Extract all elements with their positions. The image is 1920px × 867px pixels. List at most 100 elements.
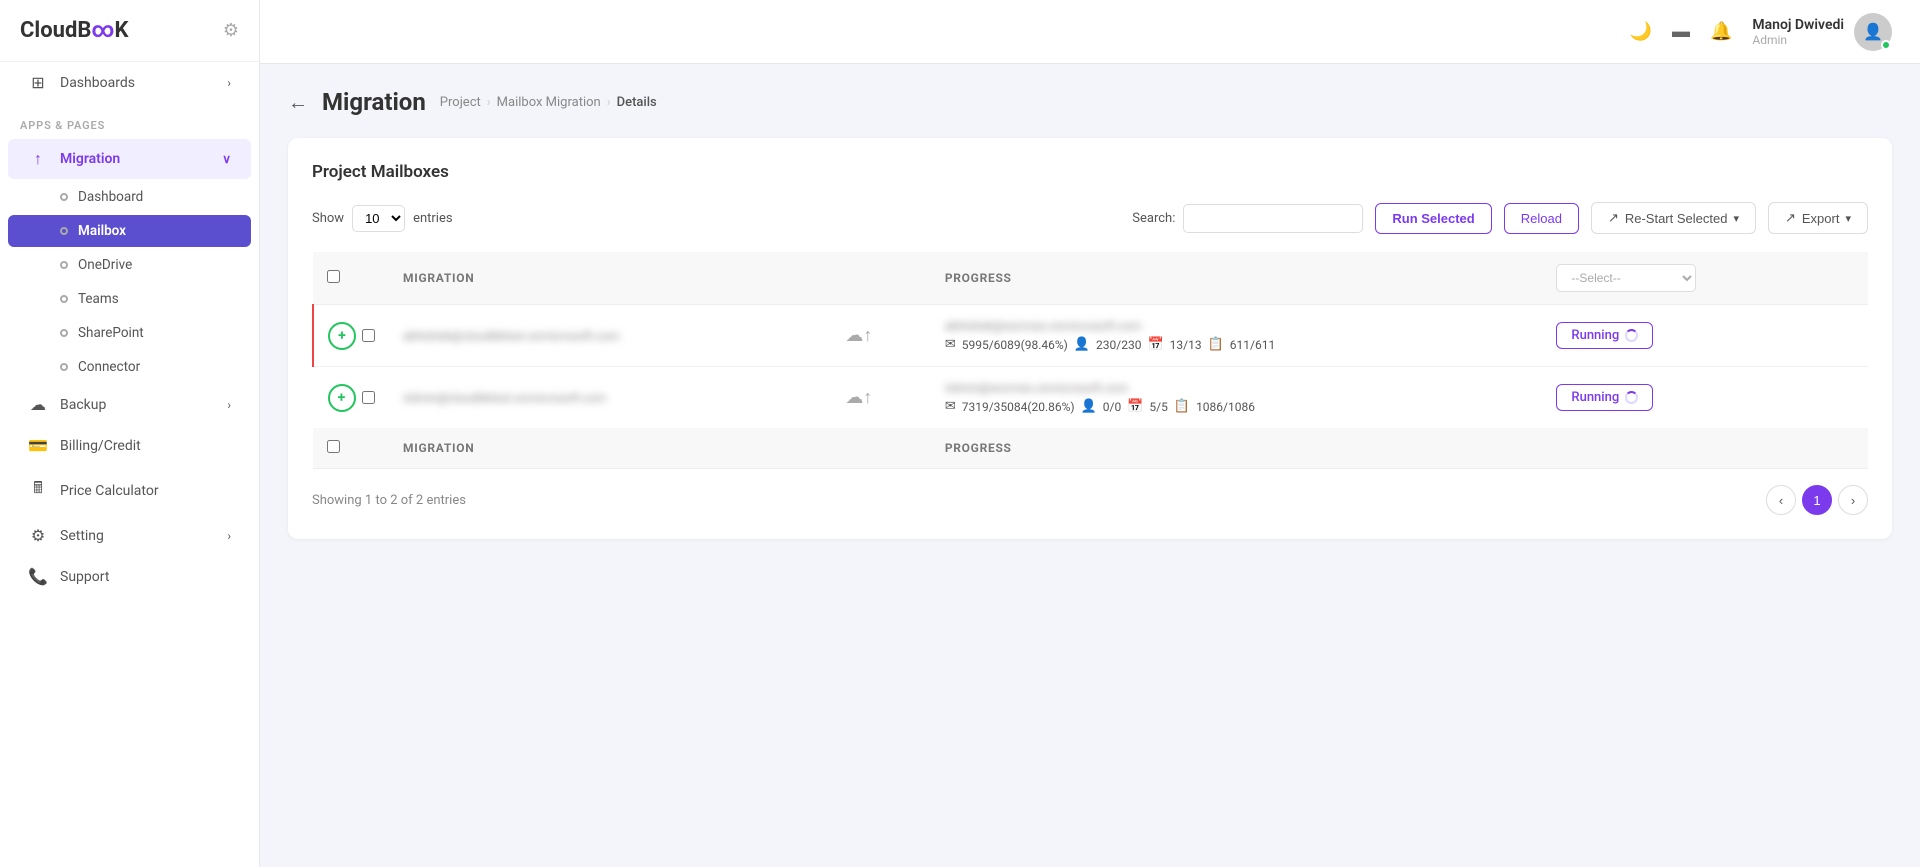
- sidebar-item-support[interactable]: 📞 Support: [8, 557, 251, 596]
- td-status-2: Running: [1542, 367, 1868, 429]
- spinner-icon-2: [1625, 391, 1638, 404]
- row-checkbox-2[interactable]: [362, 391, 375, 404]
- entries-label: entries: [413, 211, 453, 226]
- progress-calendar-value-2: 5/5: [1149, 400, 1167, 414]
- layout-icon[interactable]: ▬: [1672, 21, 1690, 42]
- search-group: Search:: [1132, 204, 1363, 233]
- th-migration-footer: MIGRATION: [389, 428, 831, 469]
- chevron-right-icon: ›: [227, 398, 231, 412]
- th-select-all-footer: [313, 428, 389, 469]
- sidebar-sub-label: Mailbox: [78, 223, 126, 239]
- export-icon: ↗: [1608, 210, 1619, 226]
- billing-icon: 💳: [28, 436, 48, 455]
- from-email-text-2: Admin@cloudbktest.onmicrosoft.com: [403, 391, 817, 405]
- sidebar-sub-item-dashboard[interactable]: Dashboard: [8, 181, 251, 213]
- th-migration: MIGRATION: [389, 252, 831, 305]
- app-logo: CloudB∞K: [20, 18, 129, 43]
- running-label: Running: [1571, 328, 1619, 343]
- th-progress: PROGRESS: [931, 252, 1543, 305]
- user-name: Manoj Dwivedi: [1752, 17, 1844, 33]
- apps-section-label: APPS & PAGES: [0, 103, 259, 138]
- sidebar-sub-item-mailbox[interactable]: Mailbox: [8, 215, 251, 247]
- sidebar-item-migration[interactable]: ↑ Migration ∨: [8, 139, 251, 179]
- dark-mode-icon[interactable]: 🌙: [1630, 21, 1652, 42]
- row-expand-button-2[interactable]: +: [328, 384, 356, 412]
- dashboards-icon: ⊞: [28, 73, 48, 92]
- support-icon: 📞: [28, 567, 48, 586]
- sidebar-item-price-calculator[interactable]: 🖩 Price Calculator: [8, 467, 251, 514]
- export-button[interactable]: ↗ Export ▾: [1768, 202, 1868, 234]
- run-selected-button[interactable]: Run Selected: [1375, 203, 1491, 234]
- avatar-wrapper[interactable]: 👤: [1854, 13, 1892, 51]
- breadcrumb-project[interactable]: Project: [440, 95, 481, 110]
- sidebar-item-label: Support: [60, 569, 109, 585]
- tasks-icon-2: 📋: [1174, 399, 1190, 414]
- table-header-row: MIGRATION PROGRESS --Select-- Running Co…: [313, 252, 1868, 305]
- sidebar-item-backup[interactable]: ☁ Backup ›: [8, 385, 251, 424]
- sidebar-sub-item-onedrive[interactable]: OneDrive: [8, 249, 251, 281]
- calendar-icon: 📅: [1147, 337, 1163, 352]
- dot-icon: [60, 193, 68, 201]
- migration-icon: ↑: [28, 149, 48, 169]
- sidebar-sub-item-sharepoint[interactable]: SharePoint: [8, 317, 251, 349]
- online-indicator: [1881, 40, 1891, 50]
- sidebar-item-setting[interactable]: ⚙ Setting ›: [8, 516, 251, 555]
- mailboxes-card: Project Mailboxes Show 10 25 50 entries …: [288, 138, 1892, 539]
- td-progress-2: Admin@wormex.onmicrosoft.com ✉ 7319/3508…: [931, 367, 1543, 429]
- breadcrumb-sep2: ›: [607, 95, 611, 110]
- sidebar-item-label: Billing/Credit: [60, 438, 141, 454]
- from-email-text: abhishek@cloudbktest.onmicrosoft.com: [403, 329, 817, 343]
- page-1-button[interactable]: 1: [1802, 485, 1832, 515]
- progress-contacts-value-2: 0/0: [1103, 400, 1121, 414]
- table-footer-row: MIGRATION PROGRESS: [313, 428, 1868, 469]
- table-row: + Admin@cloudbktest.onmicrosoft.com ☁↑: [313, 367, 1868, 429]
- reload-button[interactable]: Reload: [1504, 203, 1579, 234]
- sidebar-sub-label: Teams: [78, 291, 119, 307]
- restart-selected-button[interactable]: ↗ Re-Start Selected ▾: [1591, 202, 1756, 234]
- notification-icon[interactable]: 🔔: [1710, 21, 1732, 42]
- th-status-footer: [1542, 428, 1868, 469]
- pagination: ‹ 1 ›: [1766, 485, 1868, 515]
- breadcrumb-mailbox-migration[interactable]: Mailbox Migration: [497, 95, 601, 110]
- select-all-checkbox-footer[interactable]: [327, 440, 340, 453]
- card-title: Project Mailboxes: [312, 162, 1868, 182]
- backup-icon: ☁: [28, 395, 48, 414]
- td-row-action-2: +: [313, 367, 389, 429]
- main-content: 🌙 ▬ 🔔 Manoj Dwivedi Admin 👤 ← Migration …: [260, 0, 1920, 867]
- row-checkbox[interactable]: [362, 329, 375, 342]
- next-page-button[interactable]: ›: [1838, 485, 1868, 515]
- progress-email-value-2: 7319/35084(20.86%): [962, 400, 1075, 414]
- chevron-down-icon2: ▾: [1845, 212, 1851, 225]
- show-entries-group: Show 10 25 50 entries: [312, 205, 453, 232]
- back-button[interactable]: ←: [288, 90, 308, 115]
- page-header: ← Migration Project › Mailbox Migration …: [288, 88, 1892, 116]
- sidebar-sub-item-connector[interactable]: Connector: [8, 351, 251, 383]
- sidebar-item-billing[interactable]: 💳 Billing/Credit: [8, 426, 251, 465]
- running-label-2: Running: [1571, 390, 1619, 405]
- user-info: Manoj Dwivedi Admin: [1752, 17, 1844, 47]
- to-email-text: abhishek@wormex.onmicrosoft.com: [945, 319, 1142, 333]
- status-filter-select[interactable]: --Select-- Running Completed Failed: [1556, 264, 1696, 292]
- prev-page-button[interactable]: ‹: [1766, 485, 1796, 515]
- entries-select[interactable]: 10 25 50: [352, 205, 405, 232]
- email-icon-2: ✉: [945, 399, 956, 414]
- row-expand-button[interactable]: +: [328, 322, 356, 350]
- chevron-right-icon: ›: [227, 76, 231, 90]
- sidebar-sub-item-teams[interactable]: Teams: [8, 283, 251, 315]
- page-title: Migration: [322, 88, 426, 116]
- tasks-icon: 📋: [1208, 337, 1224, 352]
- chevron-right-icon: ›: [227, 529, 231, 543]
- dot-icon: [60, 363, 68, 371]
- search-input[interactable]: [1183, 204, 1363, 233]
- page-content: ← Migration Project › Mailbox Migration …: [260, 64, 1920, 867]
- export-icon2: ↗: [1785, 210, 1796, 226]
- th-arrow-footer: [831, 428, 930, 469]
- settings-icon[interactable]: ⚙: [223, 20, 239, 41]
- sidebar-item-dashboards[interactable]: ⊞ Dashboards ›: [8, 63, 251, 102]
- select-all-checkbox[interactable]: [327, 270, 340, 283]
- user-role: Admin: [1752, 33, 1844, 47]
- showing-text: Showing 1 to 2 of 2 entries: [312, 493, 466, 508]
- td-from-email-2: Admin@cloudbktest.onmicrosoft.com: [389, 367, 831, 429]
- sidebar-item-label: Setting: [60, 528, 104, 544]
- export-label: Export: [1802, 211, 1840, 226]
